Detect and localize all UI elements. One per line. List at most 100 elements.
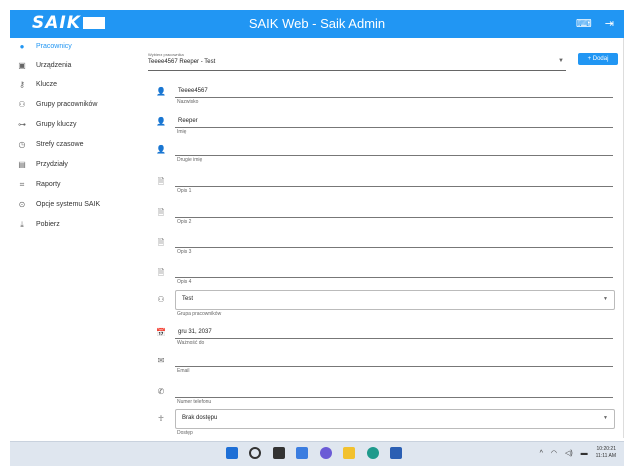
field-underline	[175, 97, 613, 98]
sidebar-item-label: Klucze	[36, 81, 58, 88]
field-underline	[175, 277, 613, 278]
sidebar-item-raporty[interactable]: ⌗ Raporty	[16, 178, 140, 196]
employee-select-label: Wybierz pracownika	[148, 52, 184, 57]
field-underline	[175, 338, 613, 339]
settings-icon: ⊙	[18, 200, 26, 209]
person-circle-icon: ●	[19, 42, 25, 51]
file-explorer-icon[interactable]	[343, 447, 356, 459]
download-icon: ⤓	[20, 220, 24, 229]
field-drugie-imie: 👤 Drugie imię	[138, 141, 624, 171]
assignment-icon: ▤	[18, 160, 26, 169]
sidebar: ● Pracownicy ▣ Urządzenia ⚷ Klucze ⚇ Grupy p…	[10, 38, 138, 438]
group-icon: ⚇	[157, 295, 165, 304]
document-icon: 🗎	[157, 208, 165, 217]
field-caption: Opis 4	[177, 279, 192, 285]
sidebar-item-przydzialy[interactable]: ▤ Przydziały	[16, 158, 140, 176]
lastname-input[interactable]: Teeee4567	[178, 88, 208, 94]
field-underline	[175, 155, 613, 156]
screen: SAIK SAIK Web - Saik Admin ⌨ ⇥ ● Pracowni…	[0, 0, 632, 466]
valid-until-input[interactable]: gru 31, 2037	[178, 329, 212, 335]
chat-icon[interactable]	[319, 447, 332, 459]
clock[interactable]: 10:20:21 11:11 AM	[596, 446, 616, 460]
field-underline	[175, 127, 613, 128]
person-icon: 👤	[156, 87, 166, 96]
sidebar-item-label: Urządzenia	[36, 62, 72, 69]
wifi-icon[interactable]: ◠	[551, 449, 557, 457]
field-opis-3: 🗎 Opis 3	[138, 233, 624, 263]
field-waznosc-do: 📅 gru 31, 2037 Ważność do	[138, 324, 624, 354]
report-icon: ⌗	[19, 180, 25, 189]
field-underline	[175, 217, 613, 218]
sidebar-item-opcje-systemu[interactable]: ⊙ Opcje systemu SAIK	[16, 198, 140, 216]
employee-select-value: Teeee4567 Reeper - Test	[148, 59, 216, 65]
add-button-label: Dodaj	[592, 56, 609, 62]
windows-taskbar: ^ ◠ ◁) ▬ 10:20:21 11:11 AM	[10, 441, 624, 466]
sidebar-item-grupy-pracownikow[interactable]: ⚇ Grupy pracowników	[16, 98, 140, 116]
chevron-down-icon: ▼	[603, 415, 608, 421]
field-grupa-pracownikow: ⚇ Test ▼ Grupa pracowników	[138, 290, 624, 320]
field-caption: Email	[177, 368, 190, 374]
sidebar-item-label: Pracownicy	[36, 43, 72, 50]
field-caption: Numer telefonu	[177, 399, 212, 405]
field-opis-4: 🗎 Opis 4	[138, 263, 624, 293]
field-nazwisko: 👤 Teeee4567 Nazwisko	[138, 83, 624, 113]
access-select[interactable]: Brak dostępu ▼	[175, 409, 615, 429]
app-icon[interactable]	[390, 447, 403, 459]
field-opis-1: 🗎 Opis 1	[138, 172, 624, 202]
add-button[interactable]: + Dodaj	[578, 53, 618, 65]
sidebar-item-strefy-czasowe[interactable]: ◷ Strefy czasowe	[16, 138, 140, 156]
chevron-down-icon: ▼	[603, 296, 608, 302]
scrollbar[interactable]	[623, 38, 624, 438]
person-icon: 👤	[156, 117, 166, 126]
field-caption: Ważność do	[177, 340, 205, 346]
sidebar-item-label: Przydziały	[36, 161, 68, 168]
system-tray: ^ ◠ ◁) ▬ 10:20:21 11:11 AM	[534, 446, 616, 460]
employee-form: Wybierz pracownika Teeee4567 Reeper - Te…	[138, 38, 624, 438]
field-dostep: ☥ Brak dostępu ▼ Dostęp	[138, 409, 624, 439]
field-underline	[175, 397, 613, 398]
field-caption: Imię	[177, 129, 187, 135]
field-caption: Drugie imię	[177, 157, 203, 163]
accessibility-icon: ☥	[158, 414, 164, 423]
document-icon: 🗎	[157, 238, 165, 247]
document-icon: 🗎	[157, 268, 165, 277]
sidebar-item-grupy-kluczy[interactable]: ⊶ Grupy kluczy	[16, 118, 140, 136]
phone-icon: ✆	[157, 387, 165, 396]
sidebar-item-pracownicy[interactable]: ● Pracownicy	[16, 40, 140, 58]
widgets-icon[interactable]	[296, 447, 309, 459]
field-caption: Opis 2	[177, 219, 192, 225]
search-icon[interactable]	[249, 447, 262, 459]
person-icon: 👤	[156, 145, 166, 154]
sidebar-item-klucze[interactable]: ⚷ Klucze	[16, 78, 140, 96]
task-view-icon[interactable]	[272, 447, 285, 459]
sidebar-item-urzadzenia[interactable]: ▣ Urządzenia	[16, 59, 140, 77]
app-header: SAIK SAIK Web - Saik Admin ⌨ ⇥	[10, 10, 624, 38]
sidebar-item-label: Grupy kluczy	[36, 121, 77, 128]
calendar-icon: 📅	[156, 328, 166, 337]
clock-date: 11:11 AM	[595, 453, 616, 459]
employee-group-select[interactable]: Test ▼	[175, 290, 615, 310]
sidebar-item-pobierz[interactable]: ⤓ Pobierz	[16, 218, 140, 236]
key-icon: ⚷	[19, 80, 25, 89]
keyboard-icon[interactable]: ⌨	[576, 18, 592, 30]
header-actions: ⌨ ⇥	[566, 17, 614, 30]
email-icon: ✉	[157, 356, 165, 365]
chevron-up-icon[interactable]: ^	[540, 450, 543, 457]
volume-icon[interactable]: ◁)	[565, 449, 573, 457]
employee-select[interactable]: Wybierz pracownika Teeee4567 Reeper - Te…	[148, 52, 566, 71]
logout-icon[interactable]: ⇥	[605, 18, 614, 30]
battery-icon[interactable]: ▬	[581, 450, 588, 457]
start-icon[interactable]	[226, 447, 238, 459]
key-group-icon: ⊶	[18, 120, 26, 129]
field-underline	[175, 366, 613, 367]
firstname-input[interactable]: Reeper	[178, 118, 198, 124]
field-caption: Grupa pracowników	[177, 311, 222, 317]
taskbar-apps	[226, 447, 409, 461]
field-opis-2: 🗎 Opis 2	[138, 203, 624, 233]
employee-group-value: Test	[182, 296, 194, 302]
sidebar-item-label: Raporty	[36, 181, 61, 188]
field-caption: Nazwisko	[177, 99, 199, 105]
field-email: ✉ Email	[138, 352, 624, 382]
device-icon: ▣	[18, 61, 26, 70]
edge-icon[interactable]	[366, 447, 379, 459]
